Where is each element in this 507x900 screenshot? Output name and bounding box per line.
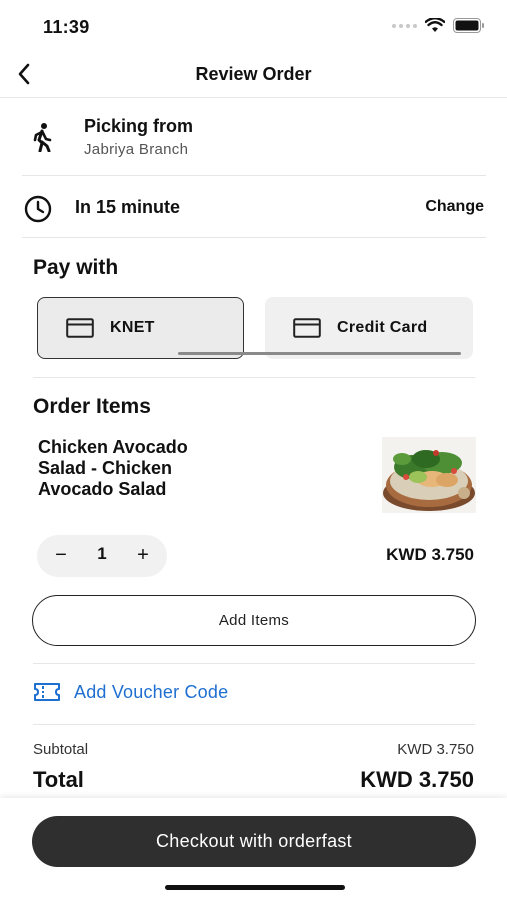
horizontal-scrollbar[interactable] bbox=[178, 352, 461, 355]
item-name: Chicken Avocado Salad - Chicken Avocado … bbox=[38, 437, 188, 499]
nav-bar: Review Order bbox=[0, 50, 507, 98]
total-value: KWD 3.750 bbox=[360, 767, 474, 792]
subtotal-label: Subtotal bbox=[33, 741, 89, 758]
quantity-value: 1 bbox=[97, 544, 107, 563]
status-bar: 11:39 bbox=[0, 0, 507, 50]
clock-icon bbox=[24, 195, 52, 223]
payment-option-credit-card[interactable]: Credit Card bbox=[265, 297, 473, 359]
pickup-location-row: Picking from Jabriya Branch bbox=[22, 100, 486, 176]
order-items-heading: Order Items bbox=[33, 395, 151, 418]
status-icons bbox=[392, 18, 485, 33]
voucher-label: Add Voucher Code bbox=[74, 681, 229, 702]
total-label: Total bbox=[33, 767, 84, 792]
divider bbox=[33, 724, 475, 725]
quantity-stepper: − 1 + bbox=[37, 535, 167, 577]
card-icon bbox=[293, 318, 321, 338]
divider bbox=[33, 663, 475, 664]
decrease-quantity-button[interactable]: − bbox=[51, 543, 71, 567]
payment-option-label: Credit Card bbox=[337, 319, 428, 336]
page-title: Review Order bbox=[195, 64, 312, 84]
signal-icon bbox=[392, 23, 417, 28]
increase-quantity-button[interactable]: + bbox=[133, 543, 153, 567]
payment-option-label: KNET bbox=[110, 319, 155, 336]
pay-with-heading: Pay with bbox=[33, 256, 119, 279]
pickup-title: Picking from bbox=[84, 116, 194, 136]
home-indicator bbox=[165, 885, 345, 890]
divider bbox=[33, 377, 475, 378]
card-icon bbox=[66, 318, 94, 338]
pickup-branch: Jabriya Branch bbox=[84, 141, 189, 158]
change-time-button[interactable]: Change bbox=[425, 198, 484, 216]
pickup-time-row: In 15 minute Change bbox=[22, 176, 486, 238]
add-items-button[interactable]: Add Items bbox=[32, 595, 476, 646]
battery-icon bbox=[453, 18, 484, 33]
item-price: KWD 3.750 bbox=[386, 545, 474, 564]
payment-option-knet[interactable]: KNET bbox=[37, 297, 244, 359]
status-time: 11:39 bbox=[43, 17, 90, 37]
item-image bbox=[382, 437, 476, 513]
ticket-icon bbox=[33, 681, 61, 703]
subtotal-value: KWD 3.750 bbox=[397, 741, 474, 758]
wifi-icon bbox=[425, 18, 445, 32]
pickup-time-label: In 15 minute bbox=[75, 197, 181, 217]
walking-person-icon bbox=[33, 123, 52, 152]
checkout-button[interactable]: Checkout with orderfast bbox=[32, 816, 476, 867]
add-voucher-button[interactable]: Add Voucher Code bbox=[33, 681, 228, 703]
